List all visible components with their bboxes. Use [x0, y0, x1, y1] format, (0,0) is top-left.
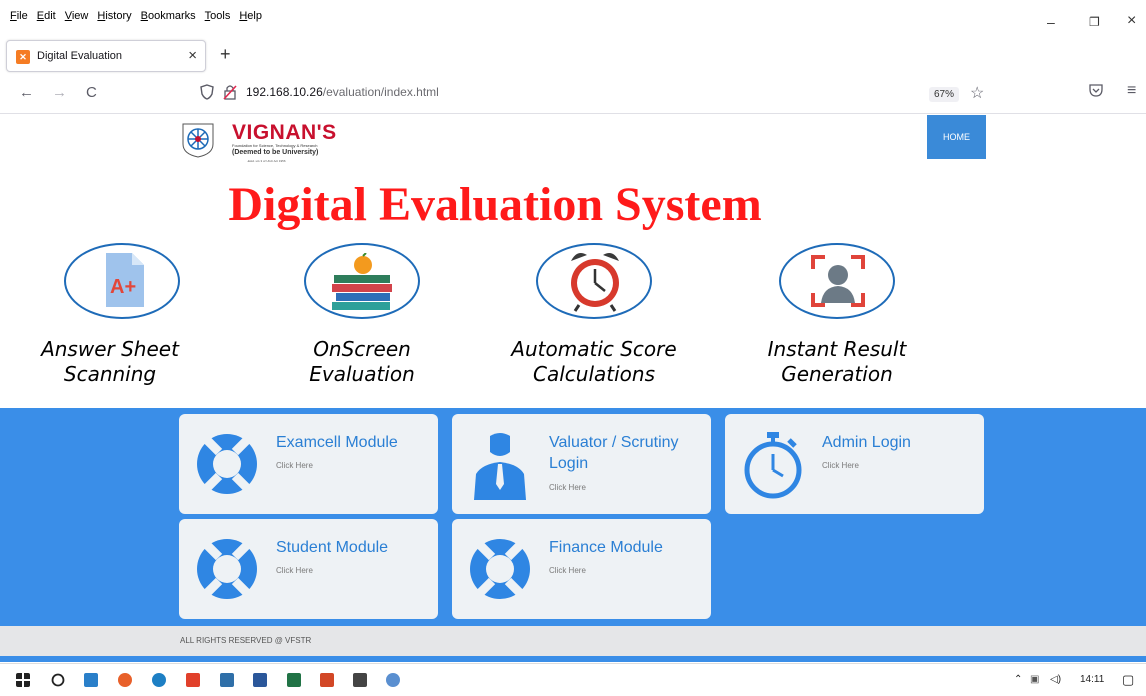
tab-bar: ✕ Digital Evaluation × — [0, 34, 1146, 76]
footer-bar — [0, 656, 1146, 662]
feature-line2: Evaluation — [309, 362, 415, 386]
lifebuoy-icon — [197, 434, 257, 494]
logo-estd: -Estd. u/s 3 of UGC Act 1956 — [247, 159, 286, 163]
card-link[interactable]: Click Here — [549, 483, 586, 492]
volume-icon[interactable]: ◁) — [1050, 674, 1061, 685]
svg-text:A+: A+ — [110, 276, 136, 298]
pocket-icon[interactable] — [1089, 83, 1103, 97]
favicon-icon: ✕ — [16, 50, 30, 64]
menu-bookmarks[interactable]: Bookmarks — [141, 10, 196, 22]
card-link[interactable]: Click Here — [822, 461, 859, 470]
network-icon[interactable]: ▣ — [1030, 674, 1039, 685]
excel-icon[interactable] — [287, 673, 301, 687]
copyright-text: ALL RIGHTS RESERVED @ VFSTR — [180, 636, 312, 645]
logo-subtitle: Foundation for Science, Technology & Res… — [232, 143, 318, 148]
feature-line1: OnScreen — [313, 337, 411, 361]
menu-help[interactable]: Help — [239, 10, 262, 22]
edge-icon[interactable] — [152, 673, 166, 687]
file-explorer-icon[interactable] — [84, 673, 98, 687]
menu-history[interactable]: History — [97, 10, 131, 22]
logo-deemed: (Deemed to be University) — [232, 149, 319, 156]
card-title[interactable]: Examcell Module — [276, 432, 436, 453]
url-host: 192.168.10.26 — [246, 85, 323, 99]
admin-login-card[interactable]: Admin Login Click Here — [725, 414, 984, 514]
a-plus-document-icon: A+ — [106, 253, 144, 307]
finance-module-card[interactable]: Finance Module Click Here — [452, 519, 711, 619]
notification-icon[interactable]: ▢ — [1122, 672, 1134, 688]
tab-close-button[interactable]: × — [188, 47, 197, 64]
footer: ALL RIGHTS RESERVED @ VFSTR — [0, 626, 1146, 656]
card-link[interactable]: Click Here — [276, 461, 313, 470]
emblem-icon — [182, 123, 214, 158]
page-content: VIGNAN'S Foundation for Science, Technol… — [0, 115, 1146, 663]
feature-line1: Automatic Score — [511, 337, 677, 361]
page-title: Digital Evaluation System — [228, 178, 762, 231]
student-module-card[interactable]: Student Module Click Here — [179, 519, 438, 619]
url-path: /evaluation/index.html — [322, 85, 439, 99]
bookmark-star-icon[interactable]: ☆ — [970, 83, 984, 103]
logo-name: VIGNAN'S — [232, 121, 337, 144]
windows-taskbar: ⌃ ▣ ◁) 14:11 ▢ — [0, 663, 1146, 696]
shield-icon — [200, 84, 214, 100]
chevron-up-icon[interactable]: ⌃ — [1014, 674, 1022, 685]
reload-button[interactable]: C — [86, 84, 97, 101]
vignan-logo[interactable]: VIGNAN'S Foundation for Science, Technol… — [175, 118, 345, 166]
feature-line1: Instant Result — [767, 337, 907, 361]
valuator-scrutiny-login-card[interactable]: Valuator / Scrutiny Login Click Here — [452, 414, 711, 514]
card-title[interactable]: Admin Login — [822, 432, 982, 453]
menu-view[interactable]: View — [65, 10, 89, 22]
url-bar[interactable]: 192.168.10.26/evaluation/index.html — [200, 84, 439, 100]
zoom-level-button[interactable]: 67% — [929, 87, 960, 102]
home-button[interactable]: HOME — [927, 115, 986, 159]
windows-start-icon[interactable] — [16, 673, 30, 687]
card-title[interactable]: Student Module — [276, 537, 436, 558]
tab-title: Digital Evaluation — [37, 50, 122, 62]
menu-file[interactable]: File — [10, 10, 28, 22]
new-tab-button[interactable]: + — [220, 44, 231, 65]
acrobat-icon[interactable] — [186, 673, 200, 687]
app-icon[interactable] — [386, 673, 400, 687]
examcell-module-card[interactable]: Examcell Module Click Here — [179, 414, 438, 514]
calculator-icon[interactable] — [353, 673, 367, 687]
card-title[interactable]: Valuator / Scrutiny Login — [549, 432, 709, 474]
firefox-icon[interactable] — [118, 673, 132, 687]
books-apple-icon — [332, 253, 392, 310]
feature-line2: Generation — [781, 362, 893, 386]
feature-line1: Answer Sheet — [41, 337, 179, 361]
restore-button[interactable]: ❐ — [1089, 15, 1100, 29]
menu-tools[interactable]: Tools — [205, 10, 231, 22]
lifebuoy-icon — [470, 539, 530, 599]
insecure-lock-icon — [223, 85, 237, 100]
tab-digital-evaluation[interactable]: ✕ Digital Evaluation × — [6, 40, 206, 72]
powerpoint-icon[interactable] — [320, 673, 334, 687]
modules-section: Examcell Module Click Here Valuator / Sc… — [0, 408, 1146, 626]
feature-line2: Calculations — [533, 362, 655, 386]
menu-bar: File Edit View History Bookmarks Tools H… — [0, 0, 1146, 34]
close-window-button[interactable]: × — [1127, 12, 1136, 30]
alarm-clock-icon — [571, 253, 619, 312]
minimize-button[interactable]: – — [1047, 14, 1055, 30]
hamburger-menu-icon[interactable]: ≡ — [1127, 82, 1136, 100]
stopwatch-icon — [744, 432, 802, 499]
menu-edit[interactable]: Edit — [37, 10, 56, 22]
nav-bar: ← → C 192.168.10.26/evaluation/index.htm… — [0, 76, 1146, 114]
card-link[interactable]: Click Here — [276, 566, 313, 575]
feature-line2: Scanning — [63, 362, 157, 386]
card-link[interactable]: Click Here — [549, 566, 586, 575]
card-title[interactable]: Finance Module — [549, 537, 709, 558]
lifebuoy-icon — [197, 539, 257, 599]
person-icon — [474, 433, 526, 500]
face-scan-icon — [811, 255, 865, 307]
app-icon[interactable] — [220, 673, 234, 687]
forward-button[interactable]: → — [52, 84, 67, 101]
back-button[interactable]: ← — [19, 84, 34, 101]
word-icon[interactable] — [253, 673, 267, 687]
clock-time[interactable]: 14:11 — [1080, 674, 1104, 685]
search-icon[interactable] — [51, 673, 65, 687]
